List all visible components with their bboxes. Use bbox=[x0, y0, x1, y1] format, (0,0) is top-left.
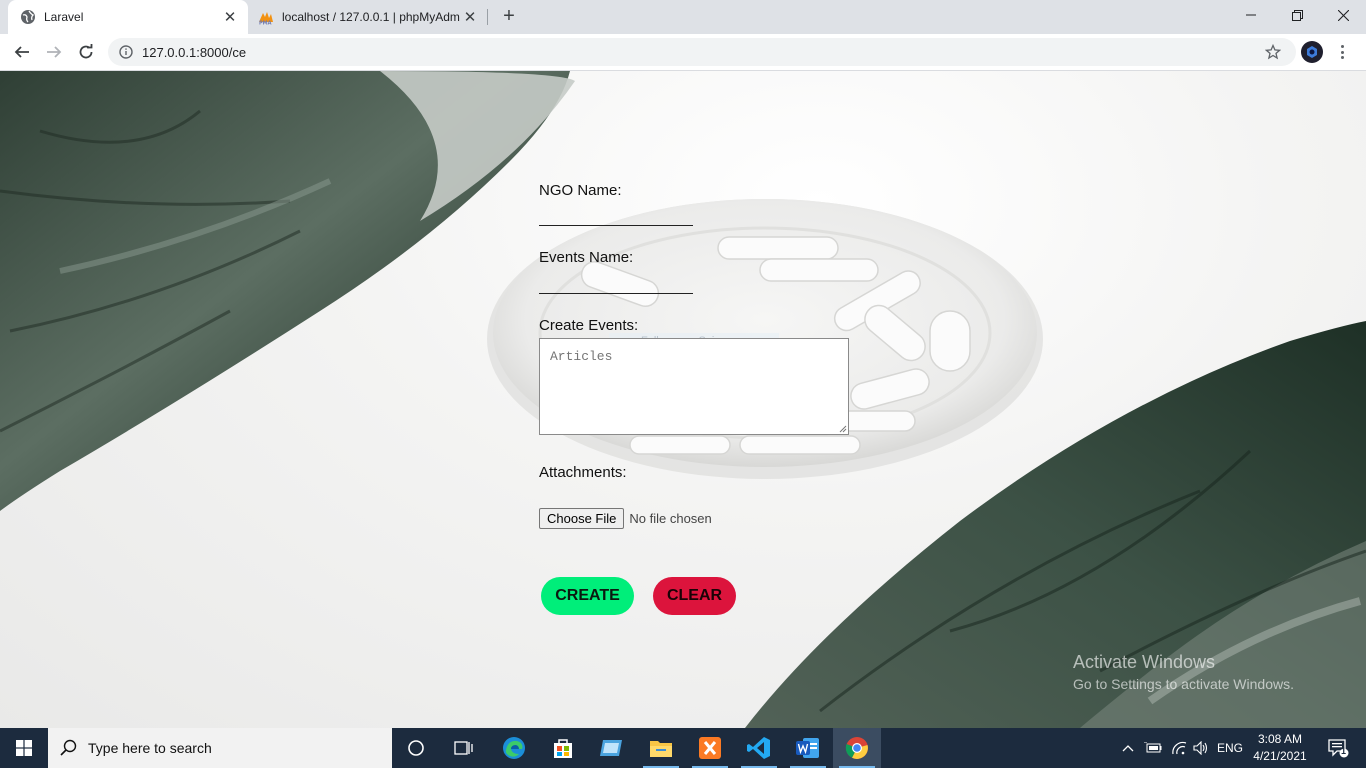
taskbar: Type here to search ENG 3:08 AM 4/21/202… bbox=[0, 728, 1366, 768]
svg-text:PMA: PMA bbox=[259, 21, 272, 26]
close-window-button[interactable] bbox=[1320, 0, 1366, 30]
close-tab-icon[interactable]: ✕ bbox=[462, 9, 478, 26]
volume-icon[interactable] bbox=[1190, 728, 1212, 768]
start-button[interactable] bbox=[0, 728, 48, 768]
chrome-icon[interactable] bbox=[833, 728, 881, 768]
clock-time: 3:08 AM bbox=[1257, 732, 1303, 746]
search-placeholder: Type here to search bbox=[88, 740, 212, 756]
notification-center-icon[interactable]: 1 bbox=[1320, 728, 1356, 768]
app-icon[interactable] bbox=[588, 728, 636, 768]
bookmark-star-icon[interactable] bbox=[1264, 43, 1282, 61]
tab-title: Laravel bbox=[44, 10, 84, 24]
language-indicator[interactable]: ENG bbox=[1214, 728, 1246, 768]
activate-windows-watermark: Activate Windows Go to Settings to activ… bbox=[1073, 652, 1294, 692]
create-events-textarea[interactable]: Articles bbox=[539, 338, 849, 435]
profile-avatar[interactable] bbox=[1301, 41, 1323, 63]
search-icon bbox=[60, 739, 77, 756]
address-bar[interactable]: 127.0.0.1:8000/ce bbox=[108, 38, 1296, 66]
notification-count: 1 bbox=[1341, 746, 1347, 756]
no-file-text: No file chosen bbox=[629, 511, 712, 526]
ngo-name-input[interactable] bbox=[539, 225, 693, 226]
page-viewport: Full-screen Snip NGO Name: Events Name: … bbox=[0, 71, 1366, 728]
restore-button[interactable] bbox=[1274, 0, 1320, 30]
events-name-input[interactable] bbox=[539, 293, 693, 294]
cortana-icon[interactable] bbox=[392, 728, 440, 768]
resize-handle-icon[interactable] bbox=[838, 424, 847, 433]
close-tab-icon[interactable]: ✕ bbox=[222, 9, 238, 26]
tab-laravel[interactable]: Laravel ✕ bbox=[8, 0, 248, 34]
globe-icon bbox=[20, 9, 36, 25]
watermark-subtitle: Go to Settings to activate Windows. bbox=[1073, 676, 1294, 692]
task-view-icon[interactable] bbox=[440, 728, 488, 768]
info-icon[interactable] bbox=[118, 44, 134, 60]
events-name-label: Events Name: bbox=[539, 249, 634, 266]
back-button[interactable] bbox=[10, 40, 34, 64]
file-input: Choose File No file chosen bbox=[539, 508, 712, 529]
browser-menu-icon[interactable] bbox=[1336, 43, 1348, 61]
taskbar-search[interactable]: Type here to search bbox=[48, 728, 392, 768]
create-events-label: Create Events: bbox=[539, 317, 639, 334]
store-icon[interactable] bbox=[539, 728, 587, 768]
edge-icon[interactable] bbox=[490, 728, 538, 768]
battery-icon[interactable] bbox=[1142, 728, 1164, 768]
browser-toolbar: 127.0.0.1:8000/ce bbox=[0, 34, 1366, 71]
url-text: 127.0.0.1:8000/ce bbox=[142, 44, 247, 60]
watermark-title: Activate Windows bbox=[1073, 652, 1216, 672]
system-clock[interactable]: 3:08 AM 4/21/2021 bbox=[1244, 731, 1316, 765]
create-button[interactable]: CREATE bbox=[541, 577, 634, 615]
vscode-icon[interactable] bbox=[735, 728, 783, 768]
chevron-up-icon[interactable] bbox=[1118, 728, 1138, 768]
tab-separator bbox=[487, 9, 488, 25]
word-icon[interactable] bbox=[784, 728, 832, 768]
attachments-label: Attachments: bbox=[539, 464, 627, 481]
phpmyadmin-icon: PMA bbox=[258, 9, 274, 25]
tab-strip: Laravel ✕ PMA localhost / 127.0.0.1 | ph… bbox=[0, 0, 1366, 34]
file-explorer-icon[interactable] bbox=[637, 728, 685, 768]
reload-button[interactable] bbox=[74, 40, 98, 64]
clear-button[interactable]: CLEAR bbox=[653, 577, 736, 615]
new-tab-button[interactable]: + bbox=[498, 5, 520, 27]
tab-phpmyadmin[interactable]: PMA localhost / 127.0.0.1 | phpMyAdm ✕ bbox=[250, 0, 488, 34]
ngo-name-label: NGO Name: bbox=[539, 182, 622, 199]
windows-icon bbox=[16, 740, 32, 756]
wifi-icon[interactable] bbox=[1168, 728, 1190, 768]
clock-date: 4/21/2021 bbox=[1253, 749, 1307, 763]
tab-title: localhost / 127.0.0.1 | phpMyAdm bbox=[282, 10, 460, 24]
forward-button[interactable] bbox=[42, 40, 66, 64]
choose-file-button[interactable]: Choose File bbox=[539, 508, 625, 529]
textarea-placeholder: Articles bbox=[550, 349, 613, 364]
xampp-icon[interactable] bbox=[686, 728, 734, 768]
minimize-button[interactable] bbox=[1228, 0, 1274, 30]
